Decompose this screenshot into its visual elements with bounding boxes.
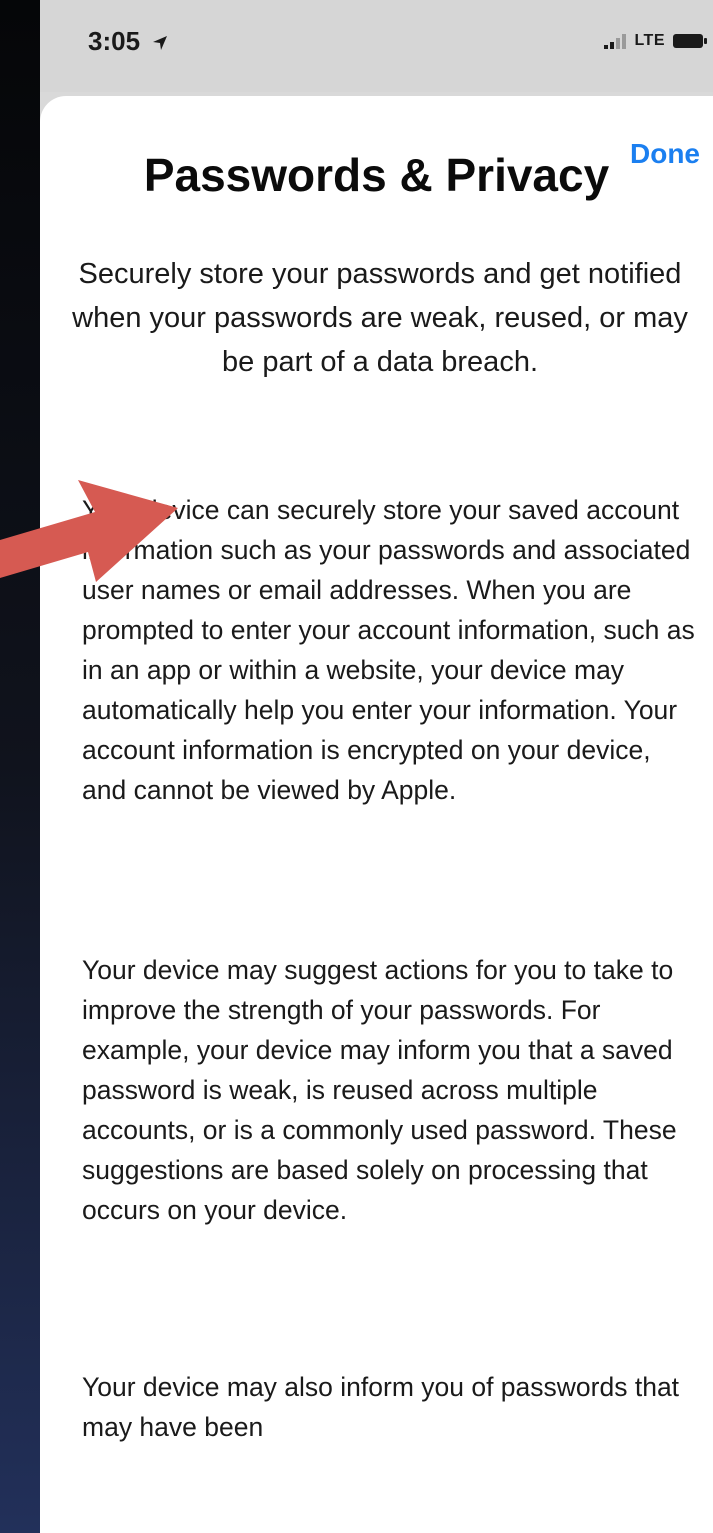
location-arrow-icon <box>153 36 168 50</box>
device-bezel <box>0 0 40 1533</box>
phone-screen: 3:05 LTE Done Passwords & Privacy Secure… <box>40 0 713 1533</box>
battery-icon <box>673 34 707 48</box>
network-type-label: LTE <box>634 32 665 49</box>
body-paragraph: Your device may suggest actions for you … <box>82 955 677 1225</box>
body-paragraph: Your device may also inform you of passw… <box>82 1372 680 1442</box>
status-indicators: LTE <box>604 32 707 50</box>
red-arrow-icon <box>0 480 178 582</box>
status-time: 3:05 <box>88 26 169 57</box>
status-bar: 3:05 LTE <box>40 0 713 92</box>
cellular-signal-icon <box>604 33 627 49</box>
page-subtitle: Securely store your passwords and get no… <box>72 258 688 378</box>
page-title: Passwords & Privacy <box>143 149 610 201</box>
status-time-label: 3:05 <box>88 26 141 56</box>
